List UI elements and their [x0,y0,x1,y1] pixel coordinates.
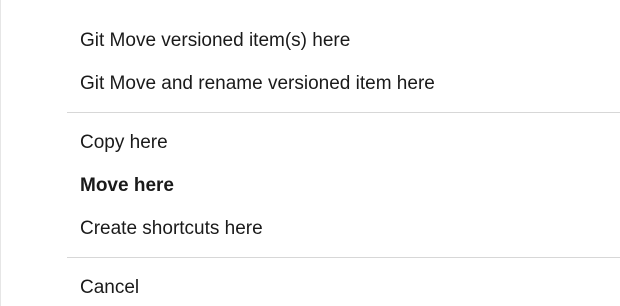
menu-separator [67,257,620,258]
drag-drop-context-menu: Git Move versioned item(s) here Git Move… [0,0,620,306]
menu-item-git-move-versioned[interactable]: Git Move versioned item(s) here [80,21,620,61]
menu-item-git-move-and-rename[interactable]: Git Move and rename versioned item here [80,64,620,104]
menu-item-create-shortcuts-here[interactable]: Create shortcuts here [80,209,620,249]
menu-separator [67,112,620,113]
menu-item-copy-here[interactable]: Copy here [80,123,620,163]
menu-item-move-here[interactable]: Move here [80,166,620,206]
menu-item-cancel[interactable]: Cancel [80,268,620,306]
